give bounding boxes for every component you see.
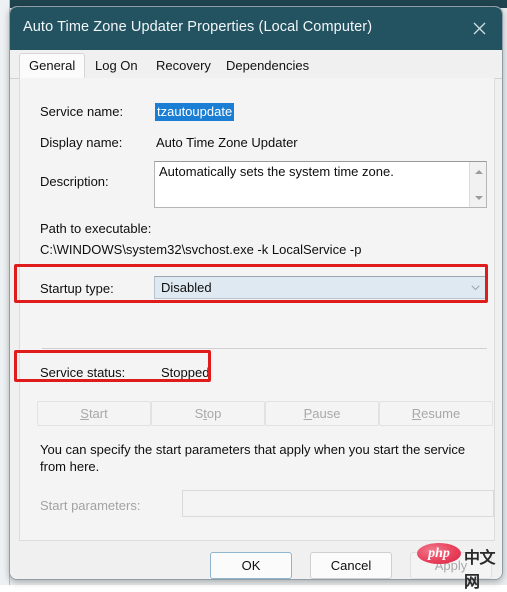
- dialog-client-area: General Log On Recovery Dependencies Ser…: [10, 50, 502, 579]
- title-bar: Auto Time Zone Updater Properties (Local…: [10, 7, 502, 50]
- close-icon: [473, 22, 485, 35]
- window-title: Auto Time Zone Updater Properties (Local…: [23, 19, 373, 35]
- start-parameters-input[interactable]: [182, 490, 494, 517]
- start-service-button[interactable]: Start: [37, 401, 151, 426]
- startup-type-label: Startup type:: [40, 281, 114, 296]
- apply-button[interactable]: Apply: [410, 552, 492, 579]
- chevron-down-icon: [471, 285, 480, 291]
- service-status-value: Stopped: [161, 365, 210, 380]
- pause-service-button[interactable]: Pause: [265, 401, 379, 426]
- general-tab-page: Service name: tzautoupdate Display name:…: [19, 78, 495, 541]
- close-button[interactable]: [456, 7, 502, 50]
- display-name-value: Auto Time Zone Updater: [156, 135, 298, 150]
- service-name-label: Service name:: [40, 104, 124, 119]
- description-scrollbar[interactable]: [469, 162, 486, 207]
- startup-type-dropdown[interactable]: Disabled: [154, 276, 488, 299]
- cancel-button[interactable]: Cancel: [310, 552, 392, 579]
- tab-dependencies[interactable]: Dependencies: [217, 54, 318, 78]
- service-name-value[interactable]: tzautoupdate: [155, 103, 235, 121]
- description-label: Description:: [40, 174, 109, 189]
- resume-service-button[interactable]: Resume: [379, 401, 493, 426]
- start-parameters-help-line1: You can specify the start parameters tha…: [40, 442, 466, 457]
- start-parameters-help-line2: from here.: [40, 459, 100, 474]
- tab-strip: General Log On Recovery Dependencies: [10, 50, 502, 79]
- service-status-label: Service status:: [40, 365, 126, 380]
- tab-recovery[interactable]: Recovery: [147, 54, 220, 78]
- stop-service-button[interactable]: Stop: [151, 401, 265, 426]
- scroll-up-arrow-icon[interactable]: [470, 163, 487, 180]
- startup-type-value: Disabled: [161, 280, 212, 295]
- scroll-down-arrow-icon[interactable]: [470, 189, 487, 206]
- tab-log-on[interactable]: Log On: [86, 54, 147, 78]
- display-name-label: Display name:: [40, 135, 123, 150]
- path-to-executable-label: Path to executable:: [40, 221, 152, 236]
- ok-button[interactable]: OK: [210, 552, 292, 579]
- description-textarea[interactable]: Automatically sets the system time zone.: [154, 161, 487, 208]
- service-properties-dialog: Auto Time Zone Updater Properties (Local…: [9, 6, 503, 580]
- start-parameters-label: Start parameters:: [40, 498, 141, 513]
- section-divider: [42, 348, 487, 349]
- tab-general[interactable]: General: [19, 53, 86, 79]
- description-value: Automatically sets the system time zone.: [159, 164, 394, 179]
- path-to-executable-value: C:\WINDOWS\system32\svchost.exe -k Local…: [40, 242, 362, 257]
